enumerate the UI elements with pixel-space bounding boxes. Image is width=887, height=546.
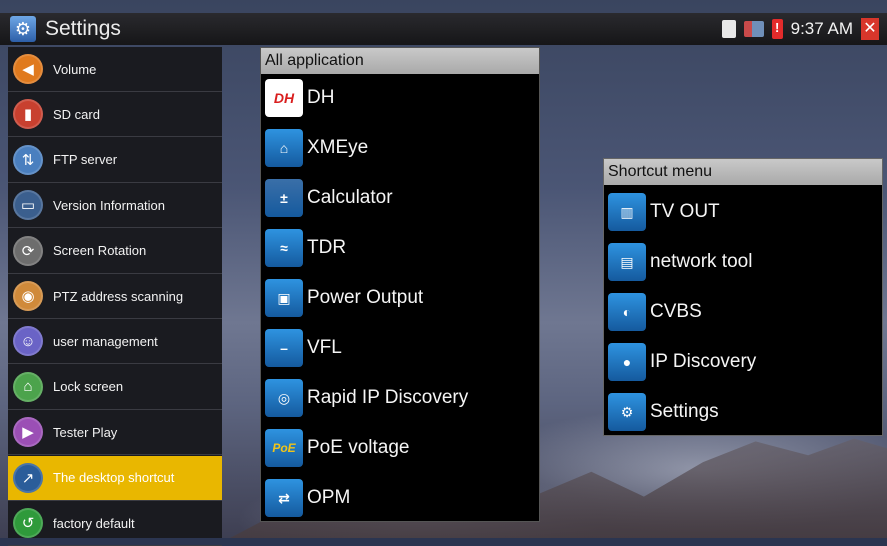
- app-item-poe-voltage[interactable]: PoE PoE voltage: [261, 428, 409, 468]
- app-label: network tool: [650, 251, 753, 272]
- sidebar-item-lock-screen[interactable]: ⌂ Lock screen: [8, 365, 222, 410]
- sidebar-item-sd-card[interactable]: ▮ SD card: [8, 92, 222, 138]
- lock-icon: ⌂: [13, 371, 43, 402]
- network-tool-icon: ▤: [608, 243, 646, 281]
- sidebar-item-label: Version Information: [53, 197, 166, 213]
- sidebar-item-label: Screen Rotation: [53, 243, 147, 259]
- calculator-icon: ±: [265, 179, 303, 217]
- sidebar-item-factory-default[interactable]: ↺ factory default: [8, 501, 222, 546]
- factory-default-icon: ↺: [13, 508, 43, 538]
- app-label: DH: [307, 87, 335, 108]
- shortcut-menu-panel: Shortcut menu ▥ TV OUT ▤ network tool ◐ CVBS ●…: [603, 158, 883, 436]
- dh-icon: DH: [265, 79, 303, 117]
- sidebar-item-version-information[interactable]: ▭ Version Information: [8, 183, 222, 229]
- status-bar: ⚙ Settings 9:37 AM ✕: [0, 13, 887, 45]
- sd-card-icon: [721, 20, 736, 38]
- app-label: VFL: [307, 337, 342, 358]
- app-item-dh[interactable]: DH DH: [261, 78, 334, 118]
- version-info-icon: ▭: [13, 190, 43, 221]
- rapid-ip-discovery-icon: ◎: [265, 379, 303, 417]
- app-label: XMEye: [307, 137, 369, 158]
- sidebar-item-label: FTP server: [53, 152, 118, 168]
- ptz-camera-icon: ◉: [13, 281, 43, 311]
- ftp-server-icon: ⇅: [13, 144, 43, 175]
- volume-icon: ◀: [13, 54, 43, 84]
- app-label: Calculator: [307, 187, 393, 208]
- shortcut-item-ip-discovery[interactable]: ● IP Discovery: [604, 342, 756, 382]
- cvbs-camera-icon: ◐: [608, 293, 646, 331]
- app-item-calculator[interactable]: ± Calculator: [261, 178, 393, 218]
- sidebar-item-label: Lock screen: [53, 379, 124, 395]
- opm-icon: ⇄: [265, 479, 303, 517]
- sidebar-item-volume[interactable]: ◀ Volume: [8, 47, 222, 92]
- app-label: TV OUT: [650, 201, 720, 222]
- poe-voltage-icon: PoE: [265, 429, 303, 467]
- user-management-icon: ☺: [13, 326, 43, 357]
- all-application-panel: All application DH DH ⌂ XMEye ± Calculator ≈ TD…: [260, 47, 540, 522]
- app-label: TDR: [307, 237, 347, 258]
- battery-warning-icon: [771, 19, 783, 39]
- desktop-shortcut-icon: ↗: [13, 462, 43, 493]
- app-label: Settings: [650, 401, 719, 422]
- shortcut-item-settings[interactable]: ⚙ Settings: [604, 392, 719, 432]
- tv-out-icon: ▥: [608, 193, 646, 231]
- sidebar-item-the-desktop-shortcut[interactable]: ↗ The desktop shortcut: [8, 455, 222, 501]
- app-label: PoE voltage: [307, 437, 410, 458]
- shortcut-item-network-tool[interactable]: ▤ network tool: [604, 242, 752, 282]
- shortcut-item-cvbs[interactable]: ◐ CVBS: [604, 292, 702, 332]
- shortcut-item-tv-out[interactable]: ▥ TV OUT: [604, 192, 720, 232]
- sidebar-item-ftp-server[interactable]: ⇅ FTP server: [8, 138, 222, 183]
- screen-rotation-icon: ⟳: [13, 235, 43, 266]
- settings-app-icon: ⚙: [10, 16, 36, 42]
- settings-gear-icon: ⚙: [608, 393, 646, 431]
- sidebar-item-label: The desktop shortcut: [53, 470, 175, 486]
- sidebar-item-tester-play[interactable]: ▶ Tester Play: [8, 410, 222, 456]
- app-label: Rapid IP Discovery: [307, 387, 469, 408]
- app-item-power-output[interactable]: ▣ Power Output: [261, 278, 423, 318]
- sidebar-item-user-management[interactable]: ☺ user management: [8, 319, 222, 365]
- vfl-icon: –: [265, 329, 303, 367]
- app-item-tdr[interactable]: ≈ TDR: [261, 228, 346, 268]
- ip-discovery-icon: ●: [608, 343, 646, 381]
- all-application-header: All application: [261, 48, 539, 74]
- window-title: Settings: [45, 17, 121, 40]
- app-item-rapid-ip-discovery[interactable]: ◎ Rapid IP Discovery: [261, 378, 468, 418]
- sidebar-item-screen-rotation[interactable]: ⟳ Screen Rotation: [8, 229, 222, 274]
- sidebar-item-label: factory default: [53, 515, 135, 531]
- close-icon[interactable]: ✕: [861, 18, 879, 40]
- shortcut-menu-header: Shortcut menu: [604, 159, 882, 185]
- sidebar-item-label: SD card: [53, 106, 100, 122]
- sidebar-item-label: PTZ address scanning: [53, 288, 184, 304]
- app-label: IP Discovery: [650, 351, 757, 372]
- sidebar-item-label: user management: [53, 333, 158, 349]
- app-item-vfl[interactable]: – VFL: [261, 328, 342, 368]
- sd-card-icon: ▮: [13, 99, 43, 130]
- tdr-icon: ≈: [265, 229, 303, 267]
- xmeye-icon: ⌂: [265, 129, 303, 167]
- sidebar-item-ptz-address-scanning[interactable]: ◉ PTZ address scanning: [8, 274, 222, 319]
- tester-play-icon: ▶: [13, 417, 43, 448]
- app-label: OPM: [307, 487, 351, 508]
- power-output-icon: ▣: [265, 279, 303, 317]
- settings-sidebar: ◀ Volume ▮ SD card ⇅ FTP server ▭ Version Infor…: [8, 47, 222, 546]
- sidebar-item-label: Tester Play: [53, 424, 118, 440]
- status-icons: 9:37 AM ✕: [721, 17, 879, 41]
- usb-icon: [743, 21, 764, 37]
- app-item-xmeye[interactable]: ⌂ XMEye: [261, 128, 368, 168]
- app-label: CVBS: [650, 301, 702, 322]
- sidebar-item-label: Volume: [53, 61, 97, 77]
- app-item-opm[interactable]: ⇄ OPM: [261, 478, 350, 518]
- app-label: Power Output: [307, 287, 424, 308]
- clock: 9:37 AM: [790, 19, 853, 38]
